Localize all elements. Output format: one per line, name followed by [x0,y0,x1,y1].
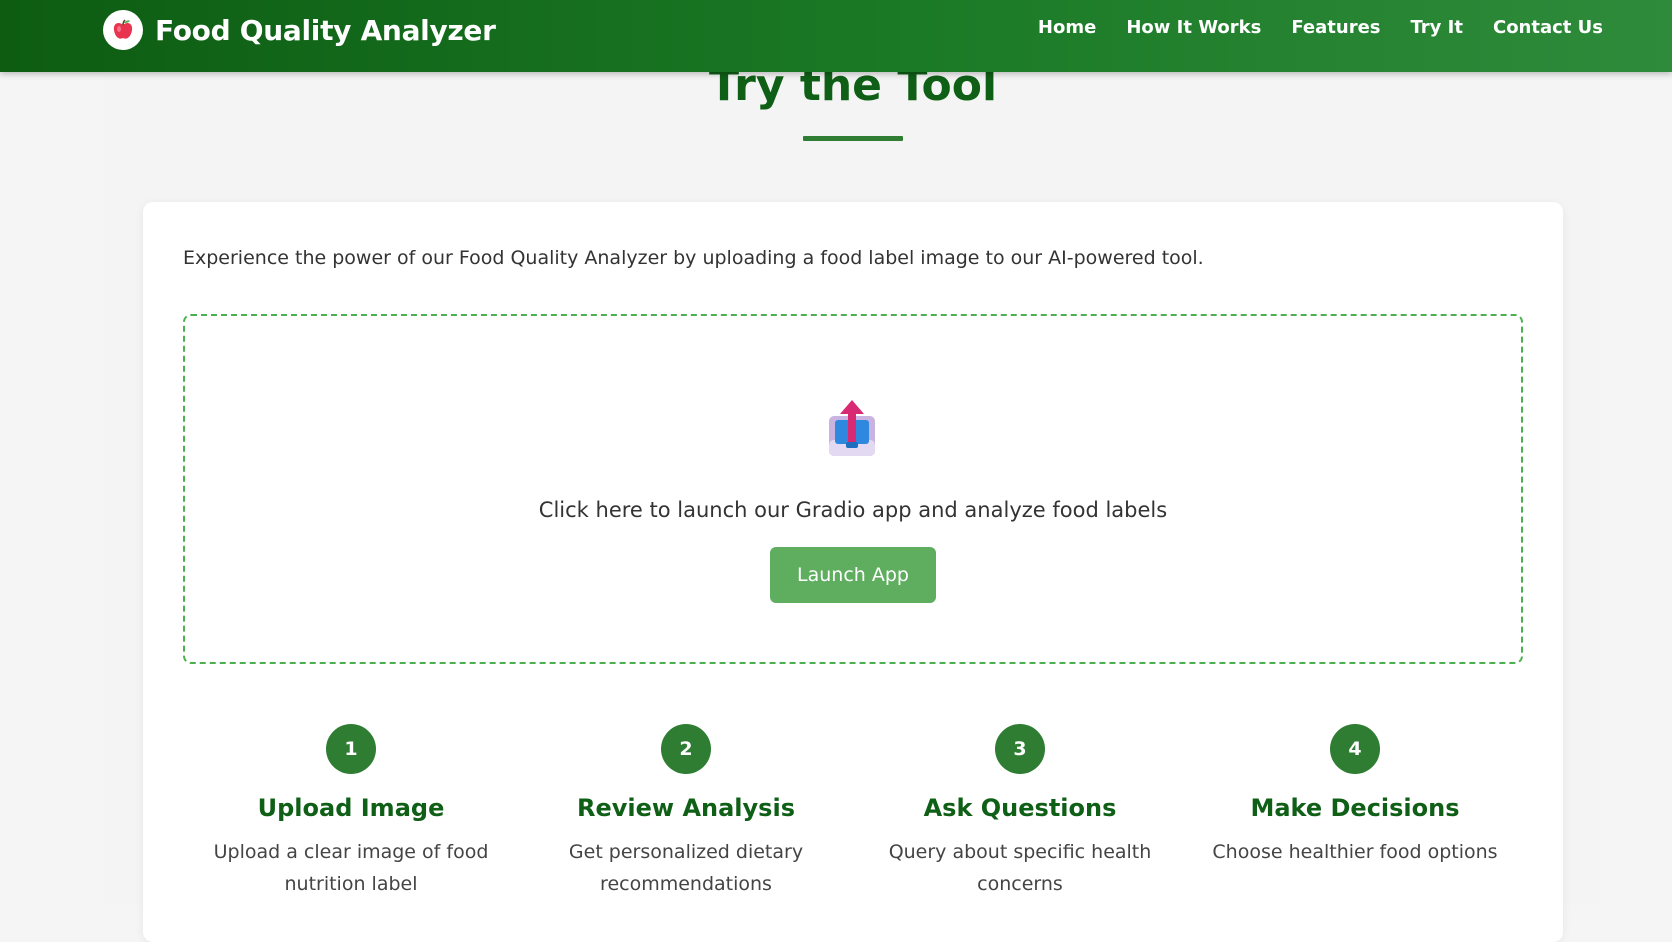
step-title: Make Decisions [1250,794,1460,822]
apple-icon [103,10,143,50]
nav-how-it-works[interactable]: How It Works [1126,17,1261,38]
intro-text: Experience the power of our Food Quality… [183,247,1204,269]
step-description: Upload a clear image of food nutrition l… [213,841,489,895]
nav-contact-us[interactable]: Contact Us [1493,17,1603,38]
step-title: Review Analysis [577,794,795,822]
top-navbar: Food Quality Analyzer Home How It Works … [0,0,1672,72]
step-title: Upload Image [257,794,445,822]
upload-prompt: Click here to launch our Gradio app and … [538,498,1168,522]
step-description: Get personalized dietary recommendations [568,841,804,895]
step-number: 3 [995,724,1045,774]
step-ask-questions: 3 Ask Questions Query about specific hea… [870,724,1170,900]
step-number: 4 [1330,724,1380,774]
nav-features[interactable]: Features [1291,17,1380,38]
upload-zone[interactable] [183,314,1523,664]
step-title: Ask Questions [923,794,1117,822]
step-upload-image: 1 Upload Image Upload a clear image of f… [201,724,501,900]
step-review-analysis: 2 Review Analysis Get personalized dieta… [536,724,836,900]
step-description: Choose healthier food options [1212,841,1498,863]
nav-links: Home How It Works Features Try It Contac… [1038,17,1603,38]
step-number: 2 [661,724,711,774]
upload-tray-icon [828,398,876,458]
step-description: Query about specific health concerns [888,841,1152,895]
step-number: 1 [326,724,376,774]
launch-app-button[interactable]: Launch App [770,547,936,603]
step-make-decisions: 4 Make Decisions Choose healthier food o… [1205,724,1505,868]
nav-try-it[interactable]: Try It [1411,17,1463,38]
brand-title: Food Quality Analyzer [155,13,496,47]
title-underline [803,136,903,141]
brand[interactable]: Food Quality Analyzer [103,10,496,50]
nav-home[interactable]: Home [1038,17,1096,38]
